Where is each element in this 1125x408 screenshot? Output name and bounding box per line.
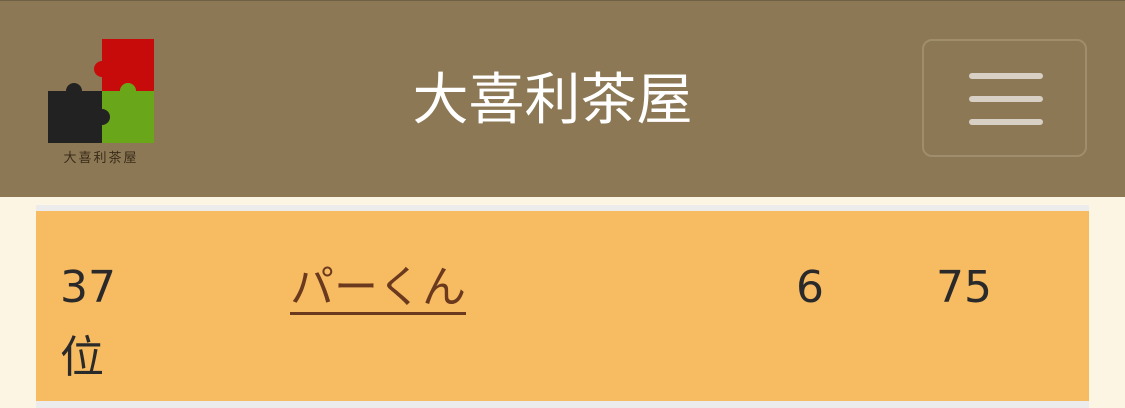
count-cell: 6: [796, 262, 824, 313]
site-logo[interactable]: 大喜利茶屋: [44, 37, 158, 171]
site-header: 大喜利茶屋 大喜利茶屋: [0, 0, 1125, 197]
rank-cell: 37位: [60, 262, 116, 383]
ranking-table: 37位 パーくん 6 75: [36, 205, 1089, 408]
puzzle-logo-icon: [48, 39, 154, 143]
user-name-link[interactable]: パーくん: [290, 253, 466, 323]
score-cell: 75: [936, 262, 992, 313]
site-title[interactable]: 大喜利茶屋: [300, 61, 805, 141]
logo-caption: 大喜利茶屋: [63, 151, 139, 166]
table-row: 37位 パーくん 6 75: [36, 211, 1089, 401]
menu-button[interactable]: [922, 39, 1087, 157]
